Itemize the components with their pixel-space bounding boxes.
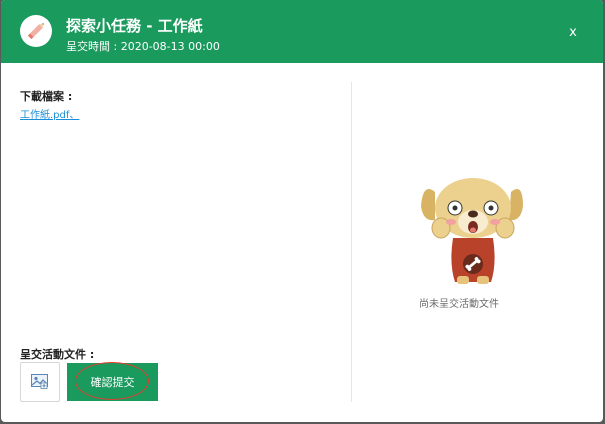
empty-submission-message: 尚未呈交活動文件	[419, 299, 499, 310]
surprised-dog-mascot	[421, 178, 523, 284]
worksheet-file-link[interactable]: 工作紙.pdf、	[20, 106, 79, 121]
pencil-icon	[20, 15, 52, 47]
image-upload-icon	[31, 374, 48, 389]
modal-title: 探索小任務 - 工作紙	[66, 17, 203, 35]
close-button[interactable]: x	[562, 22, 584, 44]
task-modal: 探索小任務 - 工作紙 呈交時間 : 2020-08-13 00:00 x 下載…	[1, 0, 603, 422]
file-link-text[interactable]: 工作紙.pdf	[20, 110, 69, 121]
file-separator: 、	[69, 110, 80, 121]
download-files-label: 下載檔案 :	[20, 90, 73, 103]
confirm-submit-button[interactable]: 確認提交	[67, 363, 158, 401]
pane-divider	[351, 82, 352, 402]
due-date: 呈交時間 : 2020-08-13 00:00	[66, 40, 220, 53]
upload-image-button[interactable]	[20, 362, 60, 402]
submit-files-label: 呈交活動文件 :	[20, 348, 95, 361]
modal-header: 探索小任務 - 工作紙 呈交時間 : 2020-08-13 00:00 x	[1, 0, 603, 63]
